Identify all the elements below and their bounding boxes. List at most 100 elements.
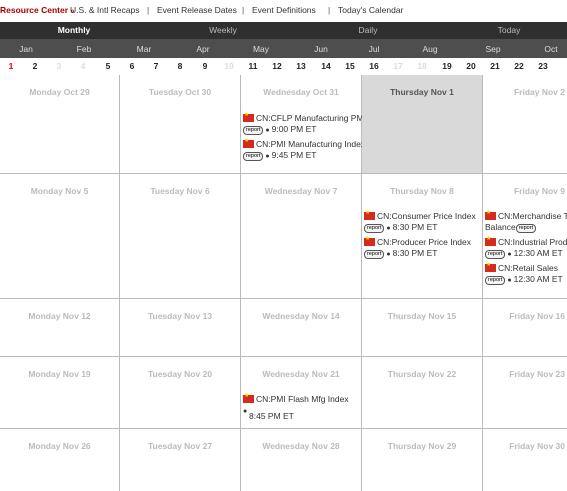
month-feb[interactable]: Feb	[77, 44, 92, 54]
day-number[interactable]: 3	[57, 61, 62, 71]
calendar-day-cell[interactable]: Monday Oct 29	[0, 75, 120, 174]
calendar-day-cell[interactable]: Thursday Nov 29	[362, 429, 483, 491]
event-time-row: report ● 12:30 AM ET	[485, 274, 563, 285]
report-button[interactable]: report	[364, 250, 385, 259]
calendar-day-cell[interactable]: Wednesday Nov 21 CN:PMI Flash Mfg Index …	[241, 357, 362, 429]
calendar-day-cell[interactable]: Tuesday Nov 27	[120, 429, 241, 491]
event-item[interactable]: CN:Consumer Price Index	[364, 209, 476, 221]
event-name[interactable]: CN:Merchandise Tr	[498, 211, 567, 221]
event-name[interactable]: CN:Producer Price Index	[377, 237, 471, 247]
day-number[interactable]: 9	[203, 61, 208, 71]
month-sep[interactable]: Sep	[485, 44, 500, 54]
calendar-day-cell[interactable]: Monday Nov 12	[0, 299, 120, 357]
day-number[interactable]: 14	[321, 61, 330, 71]
event-name[interactable]: CN:Consumer Price Index	[377, 211, 476, 221]
calendar-day-cell[interactable]: Monday Nov 26	[0, 429, 120, 491]
tab-today[interactable]: Today	[498, 25, 521, 35]
event-name[interactable]: CN:CFLP Manufacturing PMI	[256, 113, 366, 123]
day-number[interactable]: 6	[130, 61, 135, 71]
event-name[interactable]: CN:Industrial Produ	[498, 237, 567, 247]
day-number[interactable]: 7	[154, 61, 159, 71]
day-number[interactable]: 10	[224, 61, 233, 71]
event-item[interactable]: CN:Retail Sales	[485, 261, 558, 273]
day-number[interactable]: 18	[417, 61, 426, 71]
calendar-day-cell[interactable]: Tuesday Nov 13	[120, 299, 241, 357]
calendar-day-cell[interactable]: Friday Nov 9 CN:Merchandise Tr Balancere…	[483, 174, 567, 299]
calendar-day-cell[interactable]: Friday Nov 30	[483, 429, 567, 491]
calendar-day-cell[interactable]: Monday Nov 5	[0, 174, 120, 299]
definitions-link[interactable]: Event Definitions	[252, 5, 316, 15]
month-oct[interactable]: Oct	[544, 44, 557, 54]
event-name[interactable]: CN:PMI Flash Mfg Index	[256, 394, 349, 404]
month-apr[interactable]: Apr	[196, 44, 209, 54]
day-number[interactable]: 23	[538, 61, 547, 71]
china-flag-icon	[243, 392, 254, 403]
calendar-day-cell[interactable]: Friday Nov 23	[483, 357, 567, 429]
calendar-day-cell[interactable]: Thursday Nov 22	[362, 357, 483, 429]
day-number[interactable]: 19	[442, 61, 451, 71]
calendar-day-cell[interactable]: Wednesday Oct 31 CN:CFLP Manufacturing P…	[241, 75, 366, 174]
day-heading: Thursday Nov 29	[387, 441, 457, 451]
day-heading: Monday Nov 26	[28, 441, 91, 451]
calendar-day-cell-today[interactable]: Thursday Nov 1	[362, 75, 483, 174]
day-heading: Wednesday Nov 21	[262, 369, 340, 379]
tab-daily[interactable]: Daily	[359, 25, 378, 35]
event-item[interactable]: CN:CFLP Manufacturing PMI	[243, 111, 366, 123]
event-name[interactable]: CN:PMI Manufacturing Index	[256, 139, 365, 149]
report-button[interactable]: report	[243, 152, 264, 161]
report-button[interactable]: report	[364, 224, 385, 233]
tab-monthly[interactable]: Monthly	[58, 25, 91, 35]
calendar-day-cell[interactable]: Thursday Nov 15	[362, 299, 483, 357]
resource-center-link[interactable]: Resource Center »	[0, 5, 74, 15]
report-button[interactable]: report	[485, 276, 506, 285]
day-number[interactable]: 5	[106, 61, 111, 71]
day-number[interactable]: 15	[345, 61, 354, 71]
bullet-icon: ●	[386, 251, 391, 258]
day-number[interactable]: 8	[178, 61, 183, 71]
calendar-day-cell[interactable]: Tuesday Oct 30	[120, 75, 241, 174]
event-item[interactable]: CN:Industrial Produ	[485, 235, 567, 247]
day-number[interactable]: 16	[369, 61, 378, 71]
day-number[interactable]: 1	[9, 61, 14, 71]
calendar-day-cell[interactable]: Tuesday Nov 20	[120, 357, 241, 429]
day-number[interactable]: 22	[514, 61, 523, 71]
calendar-day-cell[interactable]: Friday Nov 16	[483, 299, 567, 357]
calendar-day-cell[interactable]: Thursday Nov 8 CN:Consumer Price Index r…	[362, 174, 483, 299]
calendar-day-cell[interactable]: Wednesday Nov 28	[241, 429, 362, 491]
china-flag-icon	[243, 111, 254, 122]
day-number[interactable]: 13	[296, 61, 305, 71]
event-item[interactable]: CN:Merchandise Tr	[485, 209, 567, 221]
calendar-day-cell[interactable]: Tuesday Nov 6	[120, 174, 241, 299]
release-dates-link[interactable]: Event Release Dates	[157, 5, 237, 15]
calendar-day-cell[interactable]: Monday Nov 19	[0, 357, 120, 429]
month-jan[interactable]: Jan	[19, 44, 33, 54]
day-number[interactable]: 17	[393, 61, 402, 71]
day-number[interactable]: 11	[249, 61, 258, 71]
day-number[interactable]: 21	[490, 61, 499, 71]
calendar-day-cell[interactable]: Wednesday Nov 14	[241, 299, 362, 357]
event-item[interactable]: CN:Producer Price Index	[364, 235, 471, 247]
month-mar[interactable]: Mar	[137, 44, 152, 54]
event-name-continued[interactable]: Balance	[485, 222, 516, 232]
recaps-link[interactable]: U.S. & Intl Recaps	[70, 5, 139, 15]
day-number[interactable]: 2	[33, 61, 38, 71]
calendar-day-cell[interactable]: Friday Nov 2	[483, 75, 567, 174]
report-button[interactable]: report	[485, 250, 506, 259]
event-item[interactable]: CN:PMI Flash Mfg Index	[243, 392, 349, 404]
event-item[interactable]: CN:PMI Manufacturing Index	[243, 137, 365, 149]
month-may[interactable]: May	[253, 44, 269, 54]
tab-weekly[interactable]: Weekly	[209, 25, 237, 35]
month-jul[interactable]: Jul	[369, 44, 380, 54]
month-aug[interactable]: Aug	[422, 44, 437, 54]
todays-calendar-link[interactable]: Today's Calendar	[338, 5, 403, 15]
event-name[interactable]: CN:Retail Sales	[498, 263, 558, 273]
calendar-day-cell[interactable]: Wednesday Nov 7	[241, 174, 362, 299]
report-button[interactable]: report	[515, 224, 537, 233]
day-number[interactable]: 4	[81, 61, 86, 71]
nav-separator: |	[147, 5, 150, 15]
china-flag-icon	[243, 137, 254, 148]
day-number[interactable]: 20	[466, 61, 475, 71]
month-jun[interactable]: Jun	[314, 44, 328, 54]
report-button[interactable]: report	[243, 126, 264, 135]
day-number[interactable]: 12	[272, 61, 281, 71]
